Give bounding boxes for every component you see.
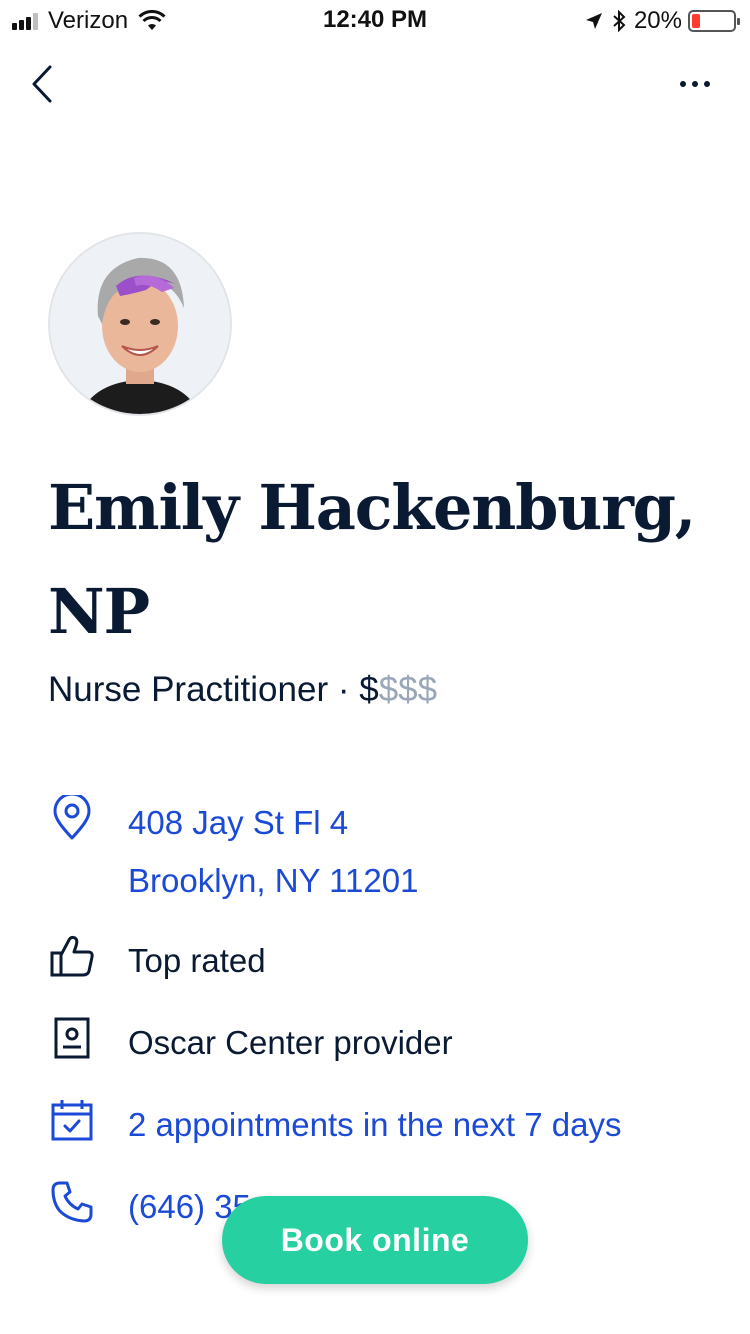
provider-avatar [48,232,232,416]
back-button[interactable] [20,58,64,110]
provider-subtitle: Nurse Practitioner · $$$$ [48,670,437,710]
thumbs-up-icon [48,932,96,980]
rating-row: Top rated [48,932,738,992]
id-badge-icon [48,1014,96,1062]
battery-percent: 20% [633,7,682,34]
address-row[interactable]: 408 Jay St Fl 4 Brooklyn, NY 11201 [48,794,738,914]
more-options-button[interactable] [670,64,720,104]
more-dot [704,81,710,87]
address-text[interactable]: 408 Jay St Fl 4 Brooklyn, NY 11201 [128,794,418,910]
book-online-button[interactable]: Book online [222,1196,528,1284]
rating-text: Top rated [128,942,266,979]
location-arrow-icon [585,13,602,29]
calendar-check-icon [48,1096,96,1144]
price-level-active: $ [359,670,379,709]
battery-icon [688,10,740,32]
more-dot [692,81,698,87]
battery-level [692,14,700,28]
address-line1: 408 Jay St Fl 4 [128,804,349,841]
more-dot [680,81,686,87]
provider-name: Emily Hackenburg, NP [48,471,696,648]
center-text: Oscar Center provider [128,1024,453,1061]
appointments-text[interactable]: 2 appointments in the next 7 days [128,1096,622,1154]
chevron-left-icon [32,65,52,103]
provider-title: Nurse Practitioner · [48,670,360,709]
avatar-portrait [50,234,230,414]
map-pin-icon [48,794,96,842]
address-line2: Brooklyn, NY 11201 [128,862,419,899]
center-row: Oscar Center provider [48,1014,738,1074]
appointments-row[interactable]: 2 appointments in the next 7 days [48,1096,738,1156]
bluetooth-icon [613,9,626,33]
price-level-inactive: $$$ [378,670,438,709]
status-right: 20% [584,6,740,36]
status-bar: Verizon 12:40 PM 20% [0,0,750,40]
phone-icon [48,1178,96,1226]
